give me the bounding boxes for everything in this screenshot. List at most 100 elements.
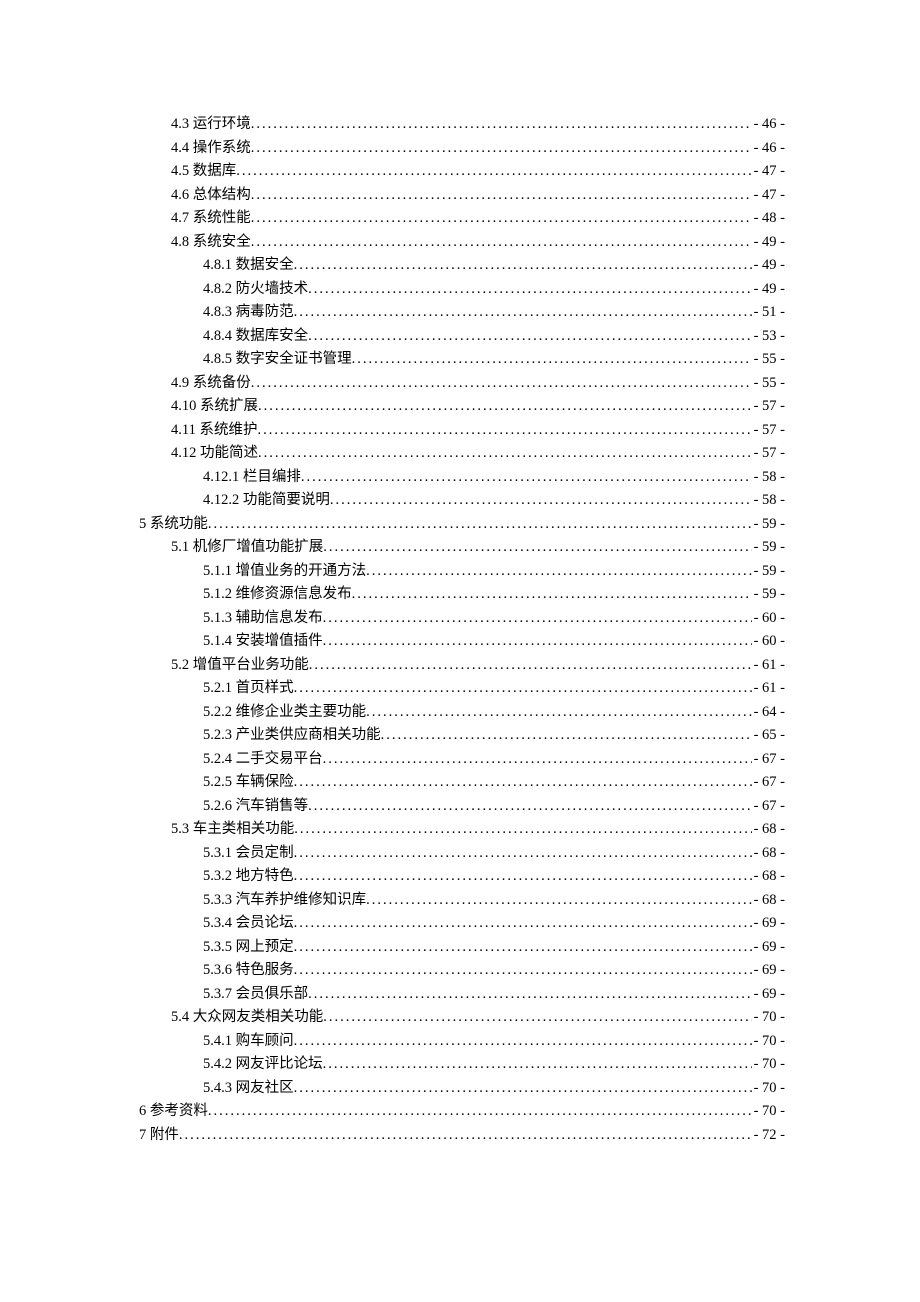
- toc-row: 5.2.1 首页样式- 61 -: [139, 677, 785, 701]
- toc-page-number: - 70 -: [752, 1053, 785, 1077]
- toc-label: 5.1.1 增值业务的开通方法: [203, 560, 366, 584]
- toc-page-number: - 69 -: [752, 983, 785, 1007]
- toc-page-number: - 69 -: [752, 936, 785, 960]
- toc-leader-dots: [294, 865, 752, 889]
- toc-row: 5.3 车主类相关功能- 68 -: [139, 818, 785, 842]
- toc-page-number: - 68 -: [752, 889, 785, 913]
- toc-row: 5.4.2 网友评比论坛 - 70 -: [139, 1053, 785, 1077]
- toc-label: 5.3.6 特色服务: [203, 959, 294, 983]
- toc-row: 5.2 增值平台业务功能- 61 -: [139, 654, 785, 678]
- toc-page-number: - 70 -: [752, 1100, 785, 1124]
- toc-label: 7 附件: [139, 1124, 179, 1148]
- toc-leader-dots: [308, 795, 751, 819]
- toc-leader-dots: [323, 748, 752, 772]
- toc-label: 4.8 系统安全: [171, 231, 251, 255]
- toc-page-number: - 46 -: [752, 113, 785, 137]
- toc-label: 5.4.2 网友评比论坛: [203, 1053, 323, 1077]
- toc-row: 5.1 机修厂增值功能扩展- 59 -: [139, 536, 785, 560]
- toc-page-number: - 55 -: [752, 372, 785, 396]
- toc-leader-dots: [294, 912, 752, 936]
- toc-row: 5.1.1 增值业务的开通方法 - 59 -: [139, 560, 785, 584]
- toc-label: 5.2.4 二手交易平台: [203, 748, 323, 772]
- toc-label: 4.12 功能简述: [171, 442, 258, 466]
- toc-row: 4.12.2 功能简要说明- 58 -: [139, 489, 785, 513]
- toc-label: 4.12.2 功能简要说明: [203, 489, 330, 513]
- toc-leader-dots: [294, 818, 751, 842]
- toc-row: 4.4 操作系统- 46 -: [139, 137, 785, 161]
- toc-label: 4.12.1 栏目编排: [203, 466, 301, 490]
- toc-row: 5.4 大众网友类相关功能- 70 -: [139, 1006, 785, 1030]
- toc-page-number: - 55 -: [752, 348, 785, 372]
- toc-row: 5.3.6 特色服务- 69 -: [139, 959, 785, 983]
- toc-leader-dots: [309, 654, 752, 678]
- toc-label: 4.8.2 防火墙技术: [203, 278, 308, 302]
- toc-label: 5.3.5 网上预定: [203, 936, 294, 960]
- toc-row: 5.3.4 会员论坛- 69 -: [139, 912, 785, 936]
- toc-label: 5.3.3 汽车养护维修知识库: [203, 889, 366, 913]
- toc-page-number: - 59 -: [752, 560, 785, 584]
- toc-leader-dots: [208, 1100, 752, 1124]
- toc-page-number: - 70 -: [752, 1030, 785, 1054]
- toc-page-number: - 68 -: [752, 865, 785, 889]
- toc-label: 4.8.1 数据安全: [203, 254, 294, 278]
- toc-label: 5.1.2 维修资源信息发布: [203, 583, 352, 607]
- toc-label: 4.8.3 病毒防范: [203, 301, 294, 325]
- toc-leader-dots: [352, 583, 752, 607]
- toc-row: 4.8.2 防火墙技术- 49 -: [139, 278, 785, 302]
- toc-row: 4.3 运行环境 - 46 -: [139, 113, 785, 137]
- toc-page-number: - 59 -: [752, 536, 785, 560]
- toc-label: 5.4.3 网友社区: [203, 1077, 294, 1101]
- toc-leader-dots: [323, 536, 751, 560]
- toc-label: 5.1.3 辅助信息发布: [203, 607, 323, 631]
- toc-leader-dots: [366, 701, 751, 725]
- toc-page-number: - 67 -: [752, 771, 785, 795]
- toc-list: 4.3 运行环境 - 46 -4.4 操作系统- 46 -4.5 数据库- 47 …: [139, 113, 785, 1147]
- toc-row: 4.8 系统安全 - 49 -: [139, 231, 785, 255]
- toc-row: 4.12.1 栏目编排- 58 -: [139, 466, 785, 490]
- toc-leader-dots: [251, 207, 752, 231]
- toc-label: 5.3.2 地方特色: [203, 865, 294, 889]
- toc-row: 4.7 系统性能- 48 -: [139, 207, 785, 231]
- toc-row: 5.4.1 购车顾问- 70 -: [139, 1030, 785, 1054]
- toc-row: 4.5 数据库- 47 -: [139, 160, 785, 184]
- toc-label: 5.2 增值平台业务功能: [171, 654, 309, 678]
- toc-leader-dots: [294, 936, 752, 960]
- toc-label: 4.7 系统性能: [171, 207, 251, 231]
- toc-row: 5.3.5 网上预定 - 69 -: [139, 936, 785, 960]
- toc-label: 4.3 运行环境: [171, 113, 251, 137]
- toc-page-number: - 60 -: [752, 630, 785, 654]
- toc-row: 5.1.4 安装增值插件 - 60 -: [139, 630, 785, 654]
- toc-leader-dots: [301, 466, 752, 490]
- toc-row: 5.1.2 维修资源信息发布- 59 -: [139, 583, 785, 607]
- toc-leader-dots: [352, 348, 752, 372]
- toc-page: 4.3 运行环境 - 46 -4.4 操作系统- 46 -4.5 数据库- 47 …: [0, 0, 920, 1302]
- toc-row: 4.10 系统扩展- 57 -: [139, 395, 785, 419]
- toc-page-number: - 49 -: [752, 231, 785, 255]
- toc-leader-dots: [366, 560, 751, 584]
- toc-page-number: - 70 -: [752, 1077, 785, 1101]
- toc-leader-dots: [330, 489, 752, 513]
- toc-leader-dots: [251, 184, 752, 208]
- toc-page-number: - 70 -: [752, 1006, 785, 1030]
- toc-row: 5.3.7 会员俱乐部 - 69 -: [139, 983, 785, 1007]
- toc-row: 4.8.4 数据库安全- 53 -: [139, 325, 785, 349]
- toc-leader-dots: [251, 137, 752, 161]
- toc-leader-dots: [323, 1053, 752, 1077]
- toc-leader-dots: [208, 513, 752, 537]
- toc-label: 5.1.4 安装增值插件: [203, 630, 323, 654]
- toc-page-number: - 57 -: [752, 419, 785, 443]
- toc-page-number: - 67 -: [752, 795, 785, 819]
- toc-leader-dots: [179, 1124, 752, 1148]
- toc-leader-dots: [323, 1006, 751, 1030]
- toc-leader-dots: [236, 160, 751, 184]
- toc-page-number: - 47 -: [752, 160, 785, 184]
- toc-row: 4.6 总体结构- 47 -: [139, 184, 785, 208]
- toc-page-number: - 53 -: [752, 325, 785, 349]
- toc-row: 5.2.2 维修企业类主要功能- 64 -: [139, 701, 785, 725]
- toc-label: 4.11 系统维护: [171, 419, 257, 443]
- toc-leader-dots: [366, 889, 751, 913]
- toc-label: 4.4 操作系统: [171, 137, 251, 161]
- toc-label: 5.3.7 会员俱乐部: [203, 983, 308, 1007]
- toc-leader-dots: [294, 771, 752, 795]
- toc-row: 4.8.5 数字安全证书管理- 55 -: [139, 348, 785, 372]
